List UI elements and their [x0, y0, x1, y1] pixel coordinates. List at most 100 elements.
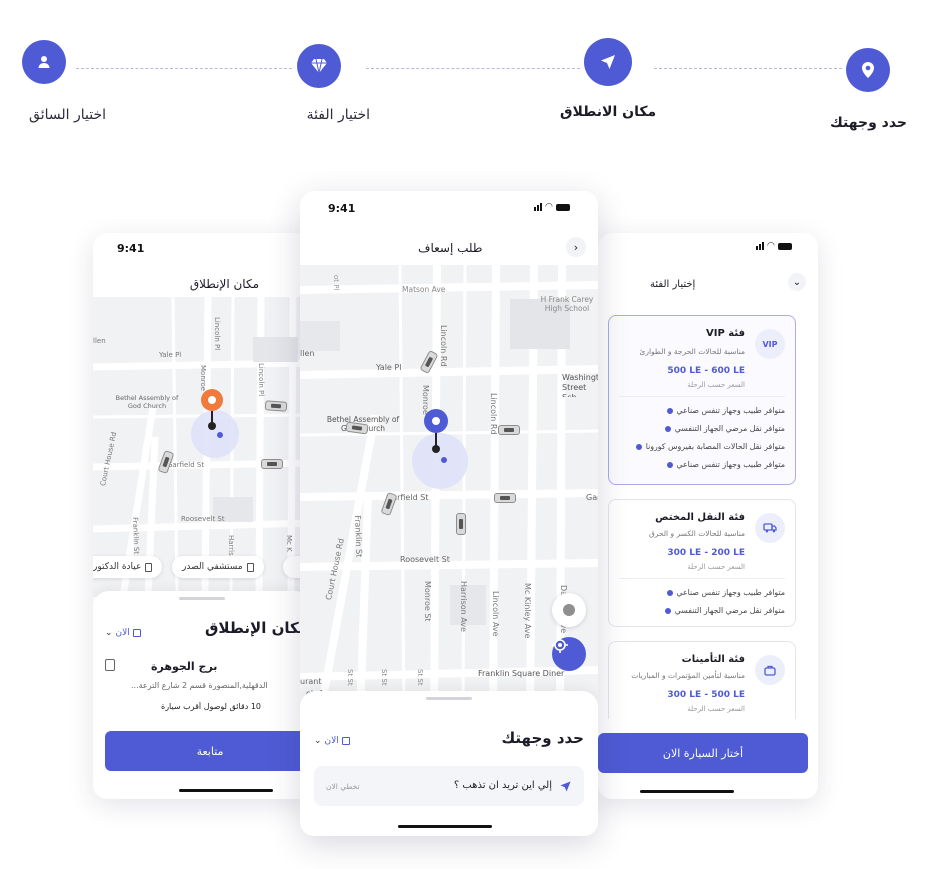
feature-item: متوافر طبيب وجهاز تنفس صناعي [666, 460, 785, 469]
map-label: llen [93, 337, 106, 345]
home-indicator [398, 825, 492, 828]
sheet-grabber[interactable] [179, 597, 225, 600]
request-map[interactable]: Matson Ave H Frank Carey High School lle… [300, 265, 598, 715]
destination-search-input[interactable]: إلي اين تريد ان تذهب ؟ تخطي الان [314, 766, 584, 806]
category-name: فئة النقل المختص [655, 512, 745, 523]
status-time: 9:41 [117, 242, 145, 255]
status-icons: ◠ [756, 242, 792, 251]
now-toggle[interactable]: ⌄ الان [314, 736, 350, 746]
battery-icon [555, 204, 570, 211]
step-connector [76, 68, 292, 69]
place-name-clip: برج الجوهرة [151, 660, 311, 676]
category-card-insurance[interactable]: فئة التأمينات مناسبة لتأمين المؤتمرات و … [608, 641, 796, 731]
home-indicator [179, 789, 273, 792]
step-pickup-circle[interactable] [584, 38, 632, 86]
feature-item: متوافر نقل الحالات المصابة بفيروس كورونا [635, 442, 785, 451]
category-price-note: السعر حسب الرحلة [687, 381, 745, 389]
chevron-down-icon[interactable]: ⌄ [788, 273, 806, 291]
chevron-down-icon: ⌄ [314, 736, 322, 746]
back-button[interactable]: › [566, 237, 586, 257]
place-name: برج الجوهرة [151, 660, 218, 673]
save-place-icon[interactable] [105, 659, 115, 671]
step-driver-label-clip: اختيار السائق [0, 107, 106, 131]
step-connector [366, 68, 580, 69]
map-label: Lincoln Pl [257, 363, 265, 397]
feature-item: متوافر طبيب وجهاز تنفس صناعي [666, 588, 785, 597]
check-icon [635, 443, 642, 450]
ambulance-car [261, 459, 283, 469]
step-category-label-clip: اختيار الفئة [282, 107, 370, 131]
battery-icon [777, 243, 792, 250]
pickup-sheet: مكان الإنطلاق ⌄ الان برج الجوهرة الدقهلي… [93, 591, 311, 799]
category-desc: مناسبة لتأمين المؤتمرات و المباريات [631, 671, 745, 680]
feature-item: متوافر نقل مرضي الجهاز التنفسي [664, 424, 785, 433]
choose-car-button[interactable]: أختار السيارة الان [598, 733, 808, 773]
eta-text: 10 دقائق لوصول أقرب سيارة [161, 702, 261, 711]
category-price: 300 LE - 200 LE [667, 548, 745, 558]
map-label: Matson Ave [402, 285, 446, 294]
map-streets [93, 297, 311, 597]
category-desc: مناسبة للحالات الحرجة و الطوارئ [639, 347, 745, 356]
step-category-circle[interactable] [297, 44, 341, 88]
category-card-vip[interactable]: VIP فئة VIP مناسبة للحالات الحرجة و الطو… [608, 315, 796, 485]
map-label: Mc Kinley Ave [523, 583, 532, 639]
briefcase-icon [755, 655, 785, 685]
skip-link[interactable]: تخطي الان [326, 782, 360, 791]
eta-clip: 10 دقائق لوصول أقرب سيارة [161, 702, 311, 716]
bookmark-icon [145, 562, 153, 572]
map-label: Franklin St [353, 515, 364, 558]
category-name: فئة VIP [706, 328, 745, 339]
app-showcase: اختيار السائق اختيار الفئة مكان الانطلاق… [0, 0, 927, 869]
step-driver-label: اختيار السائق [29, 107, 106, 123]
diamond-icon [311, 58, 327, 74]
chevron-down-icon: ⌄ [105, 628, 113, 638]
map-label: Harris [227, 535, 235, 556]
current-location-dot [441, 457, 447, 463]
map-label: Lincoln Rd [439, 325, 448, 367]
map-label: Washington Street Sch [562, 373, 598, 397]
map-label: Monroe St [423, 581, 432, 622]
calendar-icon [341, 737, 350, 745]
current-location-dot [217, 432, 223, 438]
check-icon [664, 607, 671, 614]
destination-pin[interactable] [424, 409, 448, 433]
map-label: Mc K [285, 535, 293, 552]
step-destination-circle[interactable] [846, 48, 890, 92]
search-placeholder: إلي اين تريد ان تذهب ؟ [453, 780, 552, 791]
step-driver-circle[interactable] [22, 40, 66, 84]
map-label: Monroe [199, 365, 207, 392]
globe-button[interactable] [552, 593, 586, 627]
map-label: Franklin St [131, 517, 141, 555]
calendar-icon [132, 629, 141, 637]
map-label: H Frank Carey High School [540, 295, 594, 313]
now-toggle[interactable]: ⌄ الان [105, 628, 141, 638]
pickup-screen: 9:41 مكان الإنطلاق llen Yale Pl Bethel A… [93, 233, 311, 799]
destination-sheet: حدد وجهتك ⌄ الان إلي اين تريد ان تذهب ؟ … [300, 691, 598, 836]
home-indicator [640, 790, 734, 793]
map-label: Roosevelt St [400, 555, 450, 564]
crosshair-icon [552, 637, 568, 653]
globe-icon [563, 604, 575, 616]
check-icon [664, 425, 671, 432]
map-label: Gar [586, 493, 598, 502]
vip-icon: VIP [755, 329, 785, 359]
map-label: llen [300, 349, 315, 358]
navigation-arrow-icon [560, 781, 571, 792]
category-card-specialist[interactable]: فئة النقل المختص مناسبة للحالات الكسر و … [608, 499, 796, 627]
step-category-label: اختيار الفئة [306, 107, 370, 123]
pin-base [432, 445, 440, 453]
locate-me-button[interactable] [552, 637, 586, 671]
pickup-map[interactable]: llen Yale Pl Bethel Assembly of God Chur… [93, 297, 311, 597]
chip-clinic[interactable]: عيادة الدكتور [93, 556, 163, 578]
pickup-pin[interactable] [201, 389, 223, 411]
chip-chest-hospital[interactable]: مستشفي الصدر [172, 556, 264, 578]
status-icons: ◠ [534, 203, 570, 212]
sheet-grabber[interactable] [426, 697, 472, 700]
map-label: Roosevelt St [181, 515, 225, 523]
signal-icon [534, 203, 542, 211]
feature-item: متوافر نقل مرضي الجهاز التنفسي [664, 606, 785, 615]
check-icon [666, 461, 673, 468]
map-label: Bethel Assembly of God Church [115, 394, 179, 410]
bookmark-icon [246, 562, 254, 572]
continue-button[interactable]: متابعة [105, 731, 311, 771]
